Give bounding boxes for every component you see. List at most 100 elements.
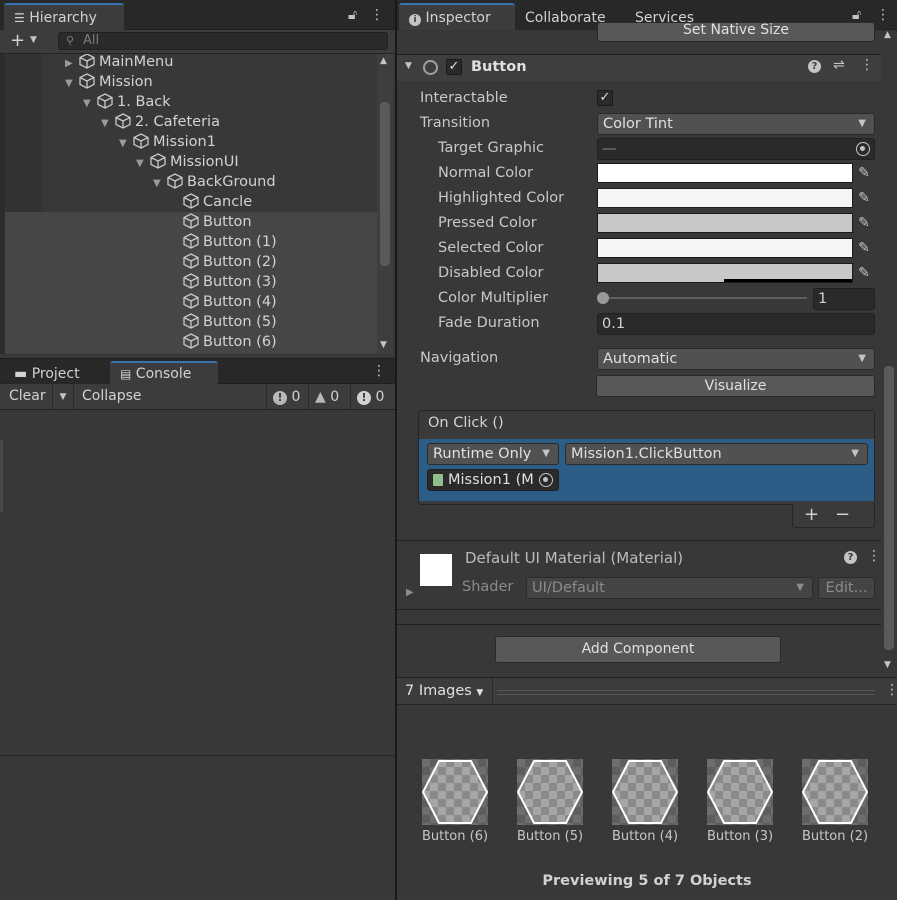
- navigation-dropdown[interactable]: Automatic ▼: [597, 348, 875, 370]
- scroll-thumb[interactable]: [884, 366, 894, 650]
- object-picker-icon[interactable]: [539, 473, 553, 487]
- scroll-down-icon[interactable]: ▼: [380, 340, 387, 350]
- eyedropper-icon[interactable]: ✎: [853, 187, 875, 209]
- help-icon[interactable]: ?: [844, 551, 857, 564]
- object-picker-icon[interactable]: [856, 142, 870, 156]
- eyedropper-icon[interactable]: ✎: [853, 162, 875, 184]
- kebab-menu-icon[interactable]: ⋮: [370, 7, 384, 23]
- highlighted-color-swatch[interactable]: [597, 188, 853, 208]
- preview-dropdown[interactable]: 7 Images ▼: [397, 678, 493, 705]
- navigation-label: Navigation: [420, 350, 499, 366]
- list-item[interactable]: ▼ 2. Cafeteria: [5, 112, 377, 132]
- list-item[interactable]: ▼ 1. Back: [5, 92, 377, 112]
- shader-edit-button[interactable]: Edit...: [818, 577, 875, 599]
- eyedropper-icon[interactable]: ✎: [853, 237, 875, 259]
- list-item[interactable]: ▼ MissionUI: [5, 152, 377, 172]
- list-item[interactable]: Button: [5, 212, 377, 232]
- tab-project[interactable]: ▬ Project: [4, 361, 108, 385]
- list-item[interactable]: ▼ Mission1: [5, 132, 377, 152]
- transition-dropdown[interactable]: Color Tint ▼: [597, 113, 875, 135]
- drag-handle[interactable]: [497, 690, 875, 695]
- foldout-icon[interactable]: ▼: [405, 61, 412, 71]
- material-preview: [420, 554, 452, 586]
- scroll-up-icon[interactable]: ▲: [884, 30, 891, 40]
- component-header[interactable]: ▼ ✓ Button ? ⇌ ⋮: [397, 55, 885, 81]
- script-icon: [433, 474, 443, 486]
- list-item[interactable]: Button (2): [5, 252, 377, 272]
- list-item[interactable]: ▼ BackGround: [5, 172, 377, 192]
- preview-item-label: Button (5): [516, 829, 584, 844]
- collapse-button[interactable]: Collapse: [82, 388, 142, 404]
- tab-inspector[interactable]: i Inspector: [399, 3, 515, 30]
- add-icon[interactable]: +: [10, 30, 25, 51]
- eyedropper-icon[interactable]: ✎: [853, 262, 875, 284]
- add-listener-button[interactable]: +: [804, 504, 819, 525]
- slider-thumb[interactable]: [597, 292, 609, 304]
- gameobject-icon: [167, 173, 183, 189]
- normal-color-swatch[interactable]: [597, 163, 853, 183]
- hierarchy-scrollbar[interactable]: ▲ ▼: [377, 54, 393, 354]
- preview-item-label: Button (6): [421, 829, 489, 844]
- kebab-menu-icon[interactable]: ⋮: [867, 548, 881, 564]
- hexagon-thumbnail-icon: [422, 759, 488, 825]
- highlighted-color-label: Highlighted Color: [438, 190, 565, 206]
- error-toggle[interactable]: ! 0: [350, 384, 395, 410]
- warning-toggle[interactable]: ▲ 0: [308, 384, 350, 410]
- target-graphic-field[interactable]: —: [597, 138, 875, 160]
- tab-inspector-label: Inspector: [425, 10, 491, 26]
- chevron-down-icon: ▼: [542, 448, 550, 459]
- scroll-up-icon[interactable]: ▲: [380, 56, 387, 66]
- scroll-down-icon[interactable]: ▼: [884, 660, 891, 670]
- remove-listener-button[interactable]: −: [835, 504, 850, 525]
- inspector-scrollbar[interactable]: ▲ ▼: [881, 30, 897, 676]
- set-native-size-button[interactable]: Set Native Size: [597, 22, 875, 42]
- object-field[interactable]: Mission1 (M: [427, 469, 559, 491]
- visualize-button[interactable]: Visualize: [596, 375, 875, 397]
- list-item[interactable]: Cancle: [5, 192, 377, 212]
- list-item[interactable]: Button (5): [5, 312, 377, 332]
- list-item[interactable]: Button (1): [5, 232, 377, 252]
- slider-track[interactable]: [602, 297, 807, 299]
- enabled-checkbox[interactable]: ✓: [446, 59, 462, 75]
- kebab-menu-icon[interactable]: ⋮: [860, 57, 874, 73]
- runtime-dropdown[interactable]: Runtime Only ▼: [427, 443, 559, 465]
- color-multiplier-input[interactable]: 1: [813, 288, 875, 310]
- disabled-color-swatch[interactable]: [597, 263, 853, 283]
- selected-color-swatch[interactable]: [597, 238, 853, 258]
- lock-icon[interactable]: 🔓︎: [348, 7, 357, 23]
- tab-console[interactable]: ▤ Console: [110, 361, 218, 385]
- onclick-entry[interactable]: Runtime Only ▼ Mission1.ClickButton ▼ Miss…: [419, 439, 874, 501]
- add-component-button[interactable]: Add Component: [495, 636, 781, 663]
- lock-icon[interactable]: 🔓︎: [852, 7, 861, 23]
- info-toggle[interactable]: ! 0: [266, 384, 308, 410]
- scroll-thumb[interactable]: [380, 102, 390, 266]
- list-item[interactable]: ▼ Mission: [5, 72, 377, 92]
- preset-icon[interactable]: ⇌: [833, 57, 845, 73]
- list-item[interactable]: Button (3): [5, 272, 377, 292]
- kebab-menu-icon[interactable]: ⋮: [885, 682, 897, 698]
- pressed-color-swatch[interactable]: [597, 213, 853, 233]
- list-item[interactable]: ▶ MainMenu: [5, 54, 377, 72]
- shader-dropdown[interactable]: UI/Default ▼: [526, 577, 813, 599]
- help-icon[interactable]: ?: [808, 60, 821, 73]
- chevron-down-icon: ▼: [796, 582, 804, 593]
- shader-label: Shader: [462, 579, 514, 595]
- list-item[interactable]: Button (4): [5, 292, 377, 312]
- interactable-checkbox[interactable]: ✓: [597, 90, 613, 106]
- fade-duration-input[interactable]: 0.1: [597, 313, 875, 335]
- function-dropdown[interactable]: Mission1.ClickButton ▼: [565, 443, 868, 465]
- folder-icon: ▬: [14, 366, 28, 382]
- kebab-menu-icon[interactable]: ⋮: [876, 7, 890, 23]
- chevron-down-icon[interactable]: ▼: [30, 35, 37, 45]
- foldout-icon[interactable]: ▶: [406, 587, 414, 598]
- list-item[interactable]: Button (6): [5, 332, 377, 352]
- onclick-event-box: On Click () Runtime Only ▼ Mission1.Click…: [418, 410, 875, 505]
- search-input[interactable]: ⚲ All: [58, 32, 388, 50]
- tab-hierarchy[interactable]: ☰ Hierarchy: [4, 3, 124, 30]
- kebab-menu-icon[interactable]: ⋮: [372, 363, 386, 379]
- hexagon-thumbnail-icon: [802, 759, 868, 825]
- clear-button[interactable]: Clear: [9, 388, 46, 404]
- gameobject-icon: [133, 133, 149, 149]
- clear-options-dropdown[interactable]: ▼: [52, 384, 74, 410]
- eyedropper-icon[interactable]: ✎: [853, 212, 875, 234]
